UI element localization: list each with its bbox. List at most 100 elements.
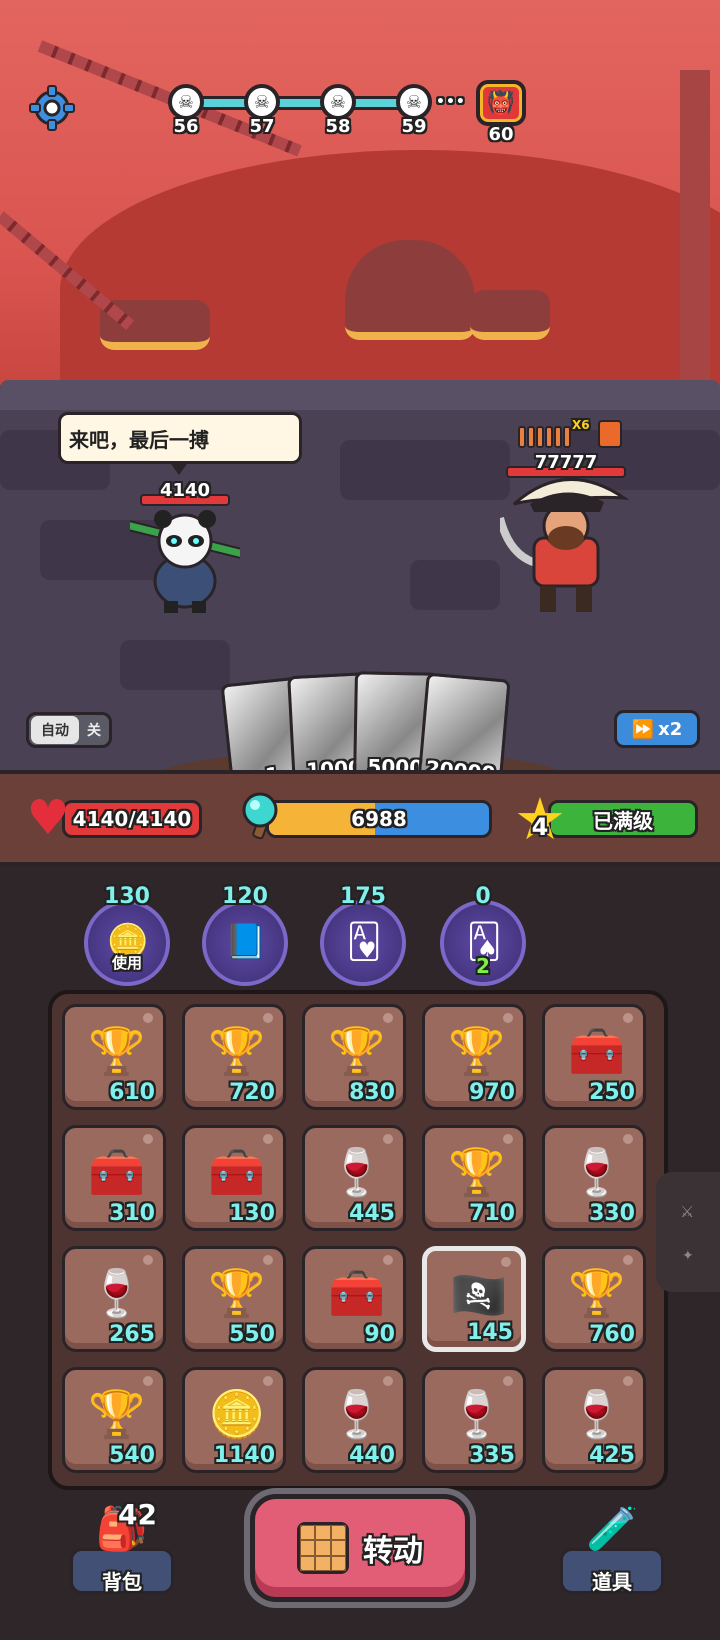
- grid-cell[interactable]: 🍷 330: [542, 1125, 646, 1231]
- chalice-icon: 🏆: [568, 1266, 626, 1320]
- grid-cell[interactable]: 🧰 90: [302, 1246, 406, 1352]
- grid-cell[interactable]: 🧰 250: [542, 1004, 646, 1110]
- item-value: 310: [109, 1201, 155, 1226]
- chalice-icon: 🏆: [88, 1387, 146, 1441]
- star-level-icon: ★ 4: [510, 790, 570, 850]
- settings-button[interactable]: [28, 84, 76, 132]
- grid-cell[interactable]: 🏆 970: [422, 1004, 526, 1110]
- level-pill: 已满级: [548, 800, 698, 838]
- grid-cell[interactable]: 🍷 425: [542, 1367, 646, 1473]
- powerup-slot[interactable]: 🂱 175: [318, 884, 408, 986]
- item-value: 250: [589, 1080, 635, 1105]
- energy-pill: 6988: [266, 800, 492, 838]
- item-value: 425: [589, 1443, 635, 1468]
- powerup-slot[interactable]: 🪙 130 使用: [82, 884, 172, 986]
- chalice-icon: 🏆: [208, 1024, 266, 1078]
- energy-value: 6988: [351, 807, 407, 831]
- pirate-captain-icon: 🏴‍☠️: [450, 1268, 508, 1322]
- iron-chest-icon: 🧰: [208, 1145, 266, 1199]
- grid-cell[interactable]: 🏆 760: [542, 1246, 646, 1352]
- stage-number: 57: [249, 116, 275, 137]
- item-value: 145: [467, 1320, 513, 1345]
- dragon-icon: ⚔: [680, 1202, 695, 1221]
- bag-label: 背包: [102, 1570, 142, 1594]
- grid-cell[interactable]: 🏆 610: [62, 1004, 166, 1110]
- spin-button[interactable]: 转动: [250, 1494, 470, 1602]
- bag-button[interactable]: 🎒 42 背包: [70, 1498, 174, 1594]
- pirate-captain-enemy: [496, 468, 630, 618]
- wine-bottle-icon: 🍷: [448, 1387, 506, 1441]
- wall-brick: [410, 560, 500, 610]
- powerup-count: 120: [222, 884, 268, 909]
- speed-label: x2: [658, 718, 683, 740]
- grid-cell[interactable]: 🍷 445: [302, 1125, 406, 1231]
- chalice-icon: 🏆: [448, 1145, 506, 1199]
- anchor-book-icon: 📘: [224, 922, 268, 962]
- powerup-count: 175: [340, 884, 386, 909]
- grid-cell[interactable]: 🏴‍☠️ 145: [422, 1246, 526, 1352]
- powerup-use-label: 使用: [111, 954, 142, 972]
- rage-buff-icon: [598, 420, 622, 448]
- grid-cell[interactable]: 🍷 335: [422, 1367, 526, 1473]
- powerup-slot[interactable]: 🂡 0 2: [438, 884, 528, 986]
- auto-battle-toggle[interactable]: 自动 关: [26, 712, 112, 748]
- chalice-icon: 🏆: [208, 1266, 266, 1320]
- spin-label: 转动: [363, 1534, 423, 1569]
- map-grid-icon: [297, 1522, 349, 1574]
- skull-coin-icon: 🪙: [208, 1387, 266, 1441]
- item-value: 265: [109, 1322, 155, 1347]
- wall-brick: [120, 640, 230, 690]
- panda-hero: [120, 505, 259, 615]
- grid-cell[interactable]: 🏆 540: [62, 1367, 166, 1473]
- speed-button[interactable]: ⏩ x2: [614, 710, 700, 748]
- item-value: 830: [349, 1080, 395, 1105]
- enemy-buff-stack: [518, 426, 571, 448]
- background-rock: [345, 240, 475, 340]
- grid-cell[interactable]: 🧰 310: [62, 1125, 166, 1231]
- powerup-count: 0: [475, 884, 491, 909]
- chalice-icon: 🏆: [448, 1024, 506, 1078]
- stage-number: 56: [173, 116, 199, 137]
- powerup-slot[interactable]: 📘 120: [200, 884, 290, 986]
- item-value: 720: [229, 1080, 275, 1105]
- stage-number: 58: [325, 116, 351, 137]
- item-value: 335: [469, 1443, 515, 1468]
- chalice-icon: 🏆: [88, 1024, 146, 1078]
- buff-multiplier: X6: [572, 418, 590, 432]
- grid-cell[interactable]: 🏆 550: [182, 1246, 286, 1352]
- stage-number: 59: [401, 116, 427, 137]
- grid-cell[interactable]: 🪙 1140: [182, 1367, 286, 1473]
- stage-skull-icon: ☠: [320, 84, 356, 120]
- powerup-badge: 2: [476, 954, 490, 978]
- auto-label: 自动: [31, 716, 79, 744]
- wine-bottle-icon: 🍷: [88, 1266, 146, 1320]
- item-value: 710: [469, 1201, 515, 1226]
- grid-cell[interactable]: 🧰 130: [182, 1125, 286, 1231]
- stage-skull-icon: ☠: [396, 84, 432, 120]
- heart-icon: ♥: [26, 790, 70, 846]
- item-value: 540: [109, 1443, 155, 1468]
- items-button[interactable]: 🧪 道具: [560, 1504, 664, 1594]
- item-value: 440: [349, 1443, 395, 1468]
- grid-cell[interactable]: 🏆 830: [302, 1004, 406, 1110]
- panda-sprite-icon: [120, 510, 259, 613]
- magnifier-orb-icon: [238, 790, 288, 840]
- grid-cell[interactable]: 🍷 265: [62, 1246, 166, 1352]
- side-drawer-tab[interactable]: ⚔ ✦: [656, 1172, 720, 1292]
- pin-icon: ✦: [682, 1248, 694, 1264]
- wall-brick: [340, 440, 510, 500]
- grid-cell[interactable]: 🏆 710: [422, 1125, 526, 1231]
- item-value: 970: [469, 1080, 515, 1105]
- item-value: 330: [589, 1201, 635, 1226]
- grid-cell[interactable]: 🏆 720: [182, 1004, 286, 1110]
- wine-bottle-icon: 🍷: [568, 1145, 626, 1199]
- wine-bottle-icon: 🍷: [328, 1145, 386, 1199]
- items-label: 道具: [592, 1570, 632, 1594]
- wood-chest-icon: 🧰: [328, 1266, 386, 1320]
- chalice-icon: 🏆: [328, 1024, 386, 1078]
- powerup-count: 130: [104, 884, 150, 909]
- speech-bubble: 来吧，最后一搏: [58, 412, 302, 475]
- item-value: 1140: [213, 1443, 275, 1468]
- gear-icon: [29, 85, 75, 131]
- grid-cell[interactable]: 🍷 440: [302, 1367, 406, 1473]
